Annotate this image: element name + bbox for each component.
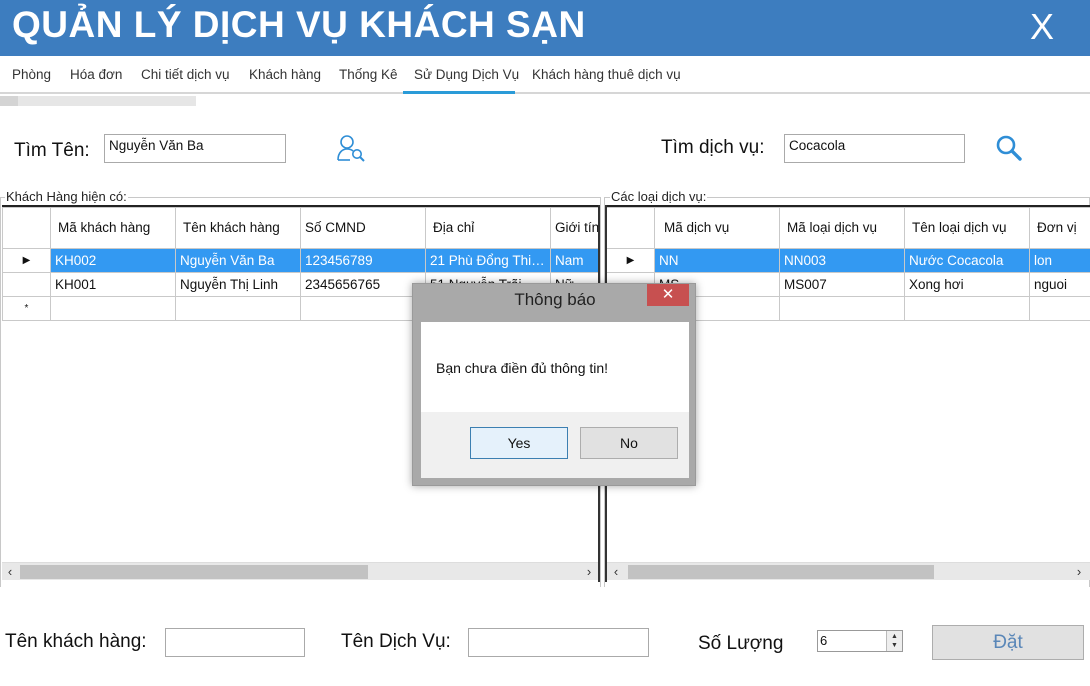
column-header[interactable]: Giới tính: [550, 207, 599, 249]
row-selector-icon[interactable]: ▶: [2, 248, 51, 273]
tab-khach-hang[interactable]: Khách hàng: [249, 67, 321, 82]
table-cell[interactable]: lon: [1029, 248, 1090, 273]
column-header[interactable]: Số CMND: [300, 207, 426, 249]
table-cell[interactable]: nguoi: [1029, 272, 1090, 297]
quantity-value[interactable]: 6: [820, 633, 827, 648]
active-tab-indicator: [403, 91, 515, 94]
scroll-right-icon[interactable]: ›: [1071, 564, 1087, 579]
table-cell[interactable]: MS007: [779, 272, 905, 297]
table-cell[interactable]: 21 Phù Đổng Thiên Vương: [425, 248, 551, 273]
panel-strip: [0, 96, 196, 106]
search-service-label: Tìm dịch vụ:: [661, 137, 765, 158]
customers-header-row: Mã khách hàng Tên khách hàng Số CMND Địa…: [2, 207, 599, 249]
table-cell[interactable]: Nguyễn Văn Ba: [175, 248, 301, 273]
services-horizontal-scrollbar[interactable]: ‹ ›: [606, 562, 1090, 580]
scroll-left-icon[interactable]: ‹: [608, 564, 624, 579]
dialog-close-icon[interactable]: ✕: [647, 284, 689, 306]
scrollbar-thumb[interactable]: [628, 565, 934, 579]
tab-chi-tiet-dich-vu[interactable]: Chi tiết dịch vụ: [141, 67, 230, 82]
close-button[interactable]: X: [1030, 6, 1054, 48]
table-cell[interactable]: 123456789: [300, 248, 426, 273]
table-cell[interactable]: Nguyễn Thị Linh: [175, 272, 301, 297]
service-name-label: Tên Dịch Vụ:: [341, 631, 451, 652]
dialog-message: Bạn chưa điền đủ thông tin!: [436, 360, 609, 376]
table-cell[interactable]: Xong hơi: [904, 272, 1030, 297]
title-bar: QUẢN LÝ DỊCH VỤ KHÁCH SẠN X: [0, 0, 1090, 56]
new-row-icon[interactable]: *: [2, 296, 51, 321]
table-cell[interactable]: NN: [654, 248, 780, 273]
table-cell[interactable]: [175, 296, 301, 321]
column-header[interactable]: Địa chỉ: [425, 207, 551, 249]
quantity-stepper[interactable]: 6 ▲ ▼: [817, 630, 903, 652]
table-cell[interactable]: Nước Cocacola: [904, 248, 1030, 273]
row-selector-icon[interactable]: ▶: [606, 248, 655, 273]
column-header[interactable]: Tên loại dịch vụ: [904, 207, 1030, 249]
column-header[interactable]: Mã loại dịch vụ: [779, 207, 905, 249]
table-cell[interactable]: [1029, 296, 1090, 321]
tab-khach-hang-thue-dich-vu[interactable]: Khách hàng thuê dịch vụ: [532, 67, 681, 82]
table-cell[interactable]: [779, 296, 905, 321]
user-search-icon[interactable]: [336, 133, 368, 163]
scroll-right-icon[interactable]: ›: [581, 564, 597, 579]
search-name-label: Tìm Tên:: [14, 140, 90, 161]
table-row[interactable]: ▶ NN NN003 Nước Cocacola lon: [606, 248, 1090, 273]
no-button[interactable]: No: [580, 427, 678, 459]
yes-button[interactable]: Yes: [470, 427, 568, 459]
table-cell[interactable]: 2345656765: [300, 272, 426, 297]
tab-thong-ke[interactable]: Thống Kê: [339, 67, 398, 82]
row-header-corner: [606, 207, 655, 249]
tab-phong[interactable]: Phòng: [12, 67, 51, 82]
tab-hoa-don[interactable]: Hóa đơn: [70, 67, 122, 82]
table-cell[interactable]: NN003: [779, 248, 905, 273]
tab-bar: Phòng Hóa đơn Chi tiết dịch vụ Khách hàn…: [0, 56, 1090, 94]
search-name-input[interactable]: Nguyễn Văn Ba: [104, 134, 286, 163]
order-button[interactable]: Đặt: [932, 625, 1084, 660]
column-header[interactable]: Tên khách hàng: [175, 207, 301, 249]
quantity-label: Số Lượng: [698, 633, 784, 654]
message-dialog: Thông báo ✕ Bạn chưa điền đủ thông tin! …: [412, 283, 696, 486]
stepper-buttons: ▲ ▼: [886, 631, 902, 651]
app-title: QUẢN LÝ DỊCH VỤ KHÁCH SẠN: [12, 4, 586, 45]
dialog-body: Bạn chưa điền đủ thông tin!: [421, 322, 689, 412]
customer-name-label: Tên khách hàng:: [5, 631, 147, 652]
column-header[interactable]: Đơn vị: [1029, 207, 1090, 249]
table-cell[interactable]: KH001: [50, 272, 176, 297]
search-icon[interactable]: [994, 133, 1024, 163]
column-header[interactable]: Mã dịch vụ: [654, 207, 780, 249]
scrollbar-thumb[interactable]: [20, 565, 368, 579]
service-name-input[interactable]: [468, 628, 649, 657]
customer-name-input[interactable]: [165, 628, 305, 657]
tab-su-dung-dich-vu[interactable]: Sử Dụng Dịch Vụ: [414, 67, 519, 82]
scroll-left-icon[interactable]: ‹: [2, 564, 18, 579]
customers-group-title: Khách Hàng hiện có:: [5, 189, 128, 204]
table-cell[interactable]: [904, 296, 1030, 321]
search-service-input[interactable]: Cocacola: [784, 134, 965, 163]
customers-horizontal-scrollbar[interactable]: ‹ ›: [2, 562, 599, 580]
panel-strip-handle: [0, 96, 18, 106]
table-cell[interactable]: [300, 296, 426, 321]
stepper-down-icon[interactable]: ▼: [889, 641, 900, 650]
table-cell[interactable]: Nam: [550, 248, 599, 273]
app-window: QUẢN LÝ DỊCH VỤ KHÁCH SẠN X Phòng Hóa đơ…: [0, 0, 1090, 686]
table-cell[interactable]: KH002: [50, 248, 176, 273]
row-header[interactable]: [2, 272, 51, 297]
services-header-row: Mã dịch vụ Mã loại dịch vụ Tên loại dịch…: [606, 207, 1090, 249]
row-header-corner: [2, 207, 51, 249]
services-group-title: Các loại dịch vụ:: [610, 189, 708, 204]
column-header[interactable]: Mã khách hàng: [50, 207, 176, 249]
table-row[interactable]: ▶ KH002 Nguyễn Văn Ba 123456789 21 Phù Đ…: [2, 248, 599, 273]
table-cell[interactable]: [50, 296, 176, 321]
stepper-up-icon[interactable]: ▲: [889, 632, 900, 641]
